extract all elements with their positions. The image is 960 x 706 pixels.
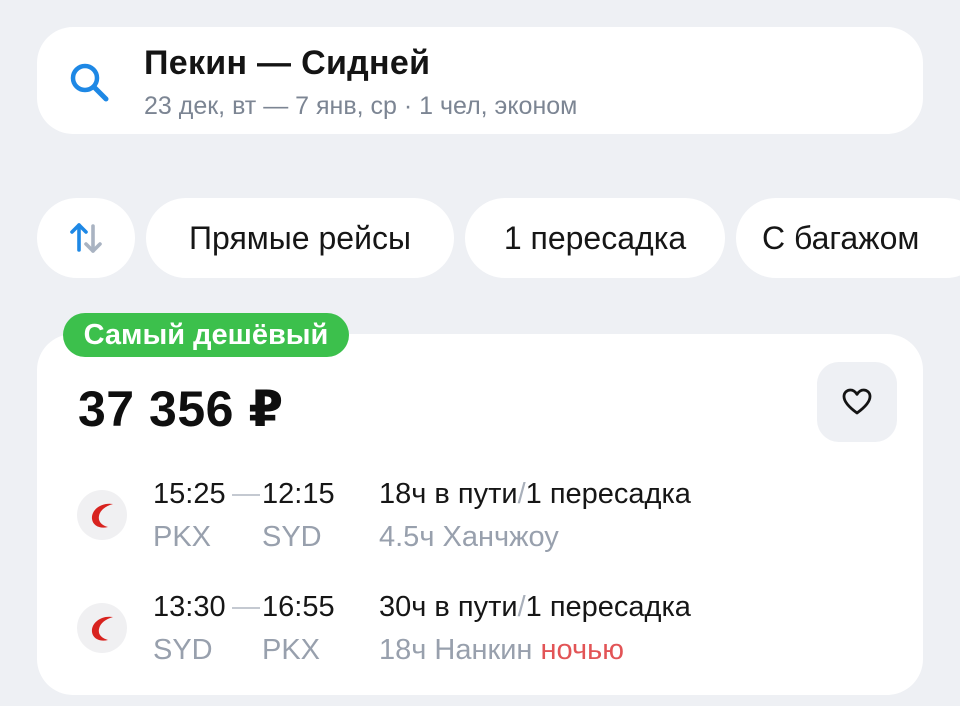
segment-2-arrive-code: PKX [262,634,321,666]
airline-crescent-icon [91,503,113,528]
search-icon [70,63,109,102]
sort-arrows-icon [70,223,102,253]
segment-2-night-warning: ночью [540,634,624,666]
airline-crescent-icon [91,616,113,641]
segment-1-depart-code: PKX [153,521,212,553]
filter-direct-flights[interactable]: Прямые рейсы [146,198,454,278]
segment-2-duration: 30ч в пути [379,591,518,623]
segment-1-duration: 18ч в пути [379,478,518,510]
segment-2-depart-time: 13:30 [153,591,226,623]
segment-2-arrive-time: 16:55 [262,591,335,623]
search-route: Пекин — Сидней [144,44,431,82]
ticket-price: 37 356 ₽ [78,381,284,437]
sort-button[interactable] [37,198,135,278]
segment-1-depart-time: 15:25 [153,478,226,510]
favorite-button[interactable] [817,362,897,442]
segment-2-transfers: 1 пересадка [525,591,691,623]
segment-2-summary: 30ч в пути/1 пересадка [379,591,691,624]
segment-2-depart-code: SYD [153,634,213,666]
segment-1-layover-text: 4.5ч Ханчжоу [379,521,559,553]
segment-2-separator: / [517,591,526,623]
airline-logo [77,490,127,540]
segment-1-separator: / [517,478,526,510]
filter-with-baggage[interactable]: С багажом [736,198,960,278]
search-details: 23 дек, вт — 7 янв, ср · 1 чел, эконом [144,92,578,120]
segment-2-layover-text: 18ч Нанкин [379,634,533,666]
segment-1-arrive-time: 12:15 [262,478,335,510]
airline-logo [77,603,127,653]
segment-2-layover: 18ч Нанкин ночью [379,634,624,667]
segment-1-transfers: 1 пересадка [525,478,691,510]
time-separator [232,494,260,496]
filter-one-transfer[interactable]: 1 пересадка [465,198,725,278]
segment-1-arrive-code: SYD [262,521,322,553]
heart-icon [842,388,872,415]
cheapest-badge: Самый дешёвый [63,313,349,357]
segment-1-summary: 18ч в пути/1 пересадка [379,478,691,511]
segment-1-layover: 4.5ч Ханчжоу [379,521,559,554]
time-separator [232,607,260,609]
